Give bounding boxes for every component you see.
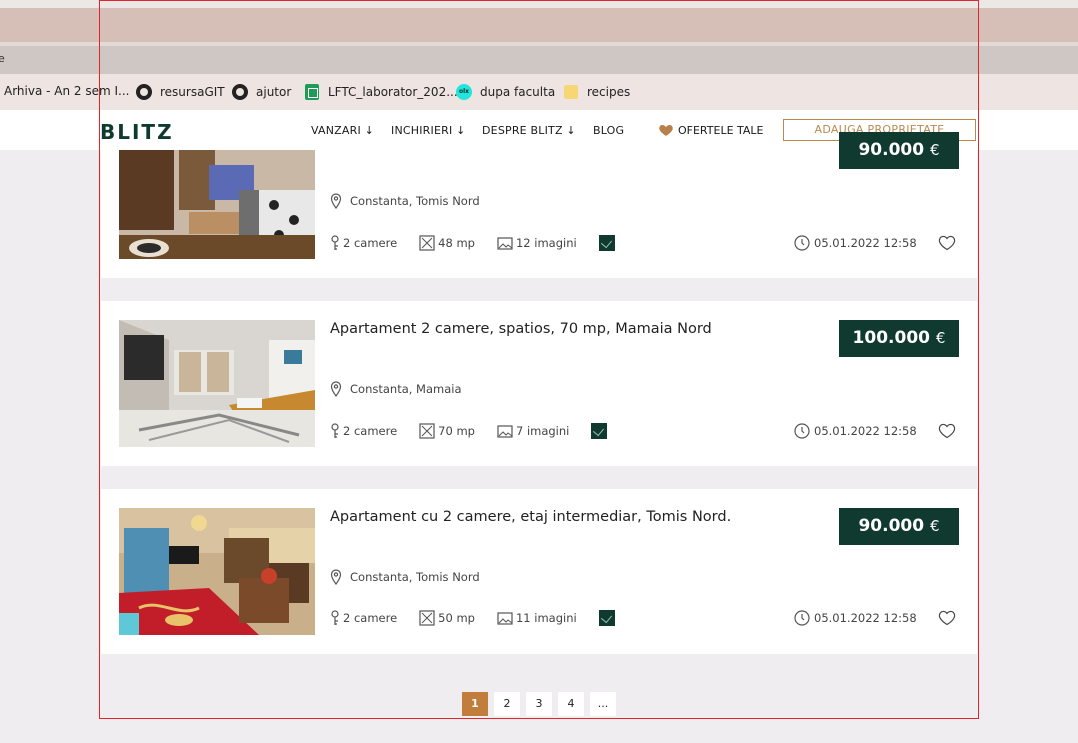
- bookmark-dupa-faculta[interactable]: olx dupa faculta: [456, 84, 555, 100]
- price-tag: 100.000 €: [839, 320, 959, 357]
- key-icon: [331, 235, 339, 250]
- site-logo[interactable]: BLITZ: [100, 120, 174, 144]
- bookmark-arhiva[interactable]: Arhiva - An 2 sem I...: [0, 84, 129, 98]
- area-icon: [419, 610, 435, 626]
- page-button-more[interactable]: ...: [590, 692, 616, 716]
- listing-card[interactable]: 90.000 € Constanta, Tomis Nord 2 camere …: [101, 132, 977, 278]
- listing-title[interactable]: Apartament cu 2 camere, etaj intermediar…: [330, 509, 731, 525]
- nav-vanzari[interactable]: VANZARI ↓: [311, 124, 374, 137]
- browser-address-bar[interactable]: [0, 46, 1078, 74]
- image-count: 12 imagini: [497, 236, 577, 250]
- listing-photo[interactable]: [119, 508, 315, 635]
- nav-ofertele-tale[interactable]: OFERTELE TALE: [658, 122, 764, 138]
- bookmark-label: Arhiva - An 2 sem I...: [4, 84, 130, 98]
- image-count: 7 imagini: [497, 424, 569, 438]
- browser-tab-strip: [0, 0, 1078, 8]
- area: 48 mp: [419, 235, 475, 251]
- location-pin-icon: [330, 381, 342, 397]
- rooms: 2 camere: [330, 610, 397, 626]
- bookmark-ajutor[interactable]: ajutor: [232, 84, 291, 100]
- sheets-icon: [304, 84, 320, 100]
- bookmark-label: LFTC_laborator_202...: [328, 85, 458, 99]
- github-icon: [232, 84, 248, 100]
- listing-location: Constanta, Tomis Nord: [330, 569, 480, 585]
- page-button-4[interactable]: 4: [558, 692, 584, 716]
- olx-icon: olx: [456, 84, 472, 100]
- bookmark-label: ajutor: [256, 85, 292, 99]
- bookmark-resursagit[interactable]: resursaGIT: [136, 84, 225, 100]
- listing-date: 05.01.2022 12:58: [794, 423, 917, 439]
- listing-photo[interactable]: [119, 150, 315, 259]
- page-button-3[interactable]: 3: [526, 692, 552, 716]
- favorite-heart-icon[interactable]: [938, 235, 956, 251]
- image-count: 11 imagini: [497, 611, 577, 625]
- nav-inchirieri[interactable]: INCHIRIERI ↓: [391, 124, 466, 137]
- nav-ofertele-label: OFERTELE TALE: [678, 123, 764, 137]
- rooms: 2 camere: [330, 235, 397, 251]
- clock-icon: [794, 423, 810, 439]
- browser-tab-bar: [0, 8, 1078, 42]
- listing-date: 05.01.2022 12:58: [794, 235, 917, 251]
- folder-icon: [563, 84, 579, 100]
- listing-date: 05.01.2022 12:58: [794, 610, 917, 626]
- listing-title[interactable]: Apartament 2 camere, spatios, 70 mp, Mam…: [330, 321, 712, 337]
- image-icon: [497, 236, 513, 250]
- rooms: 2 camere: [330, 423, 397, 439]
- clock-icon: [794, 610, 810, 626]
- listing-card[interactable]: Apartament 2 camere, spatios, 70 mp, Mam…: [101, 301, 977, 466]
- listing-photo[interactable]: [119, 320, 315, 447]
- listing-meta: 2 camere 50 mp 11 imagini: [330, 610, 615, 626]
- listing-card[interactable]: Apartament cu 2 camere, etaj intermediar…: [101, 489, 977, 654]
- area: 70 mp: [419, 423, 475, 439]
- page-button-2[interactable]: 2: [494, 692, 520, 716]
- address-bar-text: e: [0, 52, 5, 65]
- key-icon: [331, 610, 339, 625]
- verified-icon: [598, 235, 615, 251]
- page-button-1[interactable]: 1: [462, 692, 488, 716]
- area-icon: [419, 423, 435, 439]
- listing-meta: 2 camere 48 mp 12 imagini: [330, 235, 615, 251]
- verified-icon: [591, 423, 608, 439]
- image-icon: [497, 424, 513, 438]
- heart-filled-icon: [659, 125, 673, 136]
- pagination: 1 2 3 4 ...: [462, 692, 622, 716]
- key-icon: [331, 423, 339, 438]
- location-pin-icon: [330, 193, 342, 209]
- bookmark-recipes[interactable]: recipes: [563, 84, 630, 100]
- favorite-heart-icon[interactable]: [938, 610, 956, 626]
- clock-icon: [794, 235, 810, 251]
- price-tag: 90.000 €: [839, 508, 959, 545]
- listing-location: Constanta, Mamaia: [330, 381, 462, 397]
- price-tag: 90.000 €: [839, 132, 959, 169]
- listing-location: Constanta, Tomis Nord: [330, 193, 480, 209]
- bookmark-lftc[interactable]: LFTC_laborator_202...: [304, 84, 458, 100]
- nav-despre-blitz[interactable]: DESPRE BLITZ ↓: [482, 124, 576, 137]
- verified-icon: [598, 610, 615, 626]
- github-icon: [136, 84, 152, 100]
- bookmarks-bar: Arhiva - An 2 sem I... resursaGIT ajutor…: [0, 74, 1078, 110]
- bookmark-label: resursaGIT: [160, 85, 225, 99]
- location-pin-icon: [330, 569, 342, 585]
- area-icon: [419, 235, 435, 251]
- area: 50 mp: [419, 610, 475, 626]
- bookmark-label: dupa faculta: [480, 85, 556, 99]
- listing-meta: 2 camere 70 mp 7 imagini: [330, 423, 608, 439]
- bookmark-label: recipes: [587, 85, 631, 99]
- favorite-heart-icon[interactable]: [938, 423, 956, 439]
- nav-blog[interactable]: BLOG: [593, 124, 624, 137]
- image-icon: [497, 611, 513, 625]
